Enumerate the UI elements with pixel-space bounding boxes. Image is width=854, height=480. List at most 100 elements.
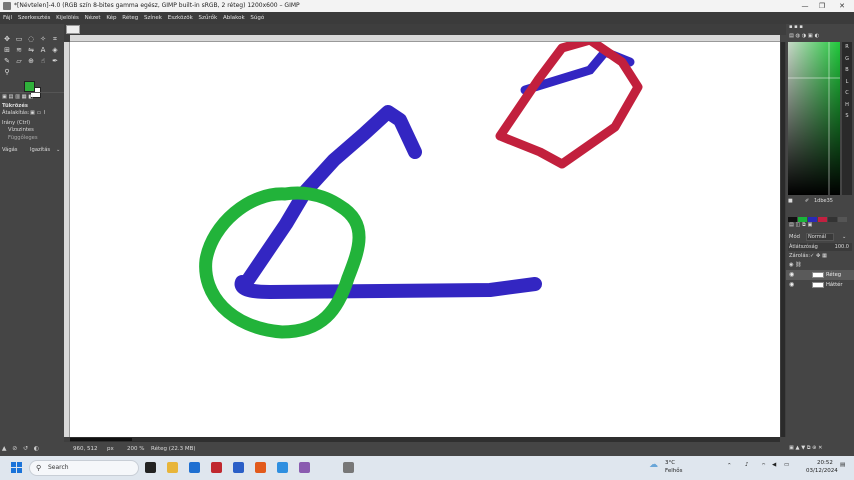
menu-windows[interactable]: Ablakok — [223, 12, 245, 24]
opacity-field[interactable]: Átlátszóság 100.0 — [788, 243, 852, 251]
scrollbar-thumb[interactable] — [781, 42, 785, 437]
menu-layer[interactable]: Réteg — [122, 12, 138, 24]
layer-name[interactable]: Háttér — [826, 280, 842, 290]
visibility-eye-icon[interactable]: ◉ — [789, 280, 794, 290]
layer-list-icons[interactable]: ◉ ⛓ — [789, 262, 802, 268]
mode-select[interactable]: Normál — [806, 233, 834, 241]
menu-edit[interactable]: Szerkesztés — [18, 12, 51, 24]
color-dialog-icons[interactable]: ▤ ◍ ◑ ▣ ◐ — [789, 33, 819, 39]
weather-temp[interactable]: 3°C — [665, 460, 675, 466]
clip-label: Vágás — [2, 147, 18, 153]
canvas-drawing — [199, 42, 643, 339]
zoom-tool-icon[interactable]: ⚲ — [3, 68, 11, 76]
battery-icon[interactable]: ▭ — [784, 462, 789, 468]
flip-tool-icon[interactable]: ⇋ — [27, 46, 35, 54]
menu-colors[interactable]: Színek — [144, 12, 162, 24]
windows-start-icon[interactable] — [11, 462, 22, 473]
history-swatch[interactable] — [818, 217, 827, 222]
menu-image[interactable]: Kép — [106, 12, 116, 24]
direction-horizontal-radio[interactable]: Vízszintes — [8, 127, 34, 133]
color-history[interactable] — [788, 207, 852, 222]
outlook-icon[interactable] — [189, 462, 200, 473]
word-icon[interactable] — [233, 462, 244, 473]
scrollbar-thumb[interactable] — [70, 438, 132, 441]
direction-vertical-radio[interactable]: Függőleges — [8, 135, 38, 141]
channel-g[interactable]: G — [842, 54, 852, 66]
clock-date[interactable]: 03/12/2024 — [806, 468, 838, 474]
notifications-icon[interactable]: ▤ — [840, 462, 845, 468]
eyedropper-icon[interactable]: ✐ — [805, 197, 809, 205]
move-tool-icon[interactable]: ✥ — [3, 35, 11, 43]
history-swatch[interactable] — [828, 217, 837, 222]
file-explorer-icon[interactable] — [167, 462, 178, 473]
warp-tool-icon[interactable]: ≋ — [15, 46, 23, 54]
text-tool-icon[interactable]: A — [39, 46, 47, 54]
task-view-icon[interactable] — [145, 462, 156, 473]
close-button[interactable]: ✕ — [832, 0, 852, 12]
channel-h[interactable]: H — [842, 100, 852, 112]
chevron-down-icon[interactable]: ⌄ — [56, 147, 60, 153]
brave-icon[interactable] — [255, 462, 266, 473]
wifi-icon[interactable]: ⌔ — [761, 462, 766, 469]
layer-action-icons[interactable]: ▣ ▲ ▼ ⧉ ⊕ ✕ — [789, 445, 823, 452]
lock-icons[interactable]: ✓ ✥ ▦ — [810, 253, 827, 259]
microphone-icon[interactable]: ♪ — [745, 462, 749, 468]
layer-name[interactable]: Réteg — [826, 270, 841, 280]
acrobat-icon[interactable] — [211, 462, 222, 473]
transform-mode-icons[interactable]: ▣ ▭ ⌇ — [30, 110, 46, 116]
unit-select[interactable]: px — [107, 442, 114, 456]
layer-row[interactable]: ◉ Háttér — [786, 280, 854, 290]
color-selector[interactable] — [788, 42, 840, 195]
chevron-down-icon[interactable]: ⌄ — [842, 234, 846, 240]
unified-transform-tool-icon[interactable]: ⊞ — [3, 46, 11, 54]
channel-c[interactable]: C — [842, 88, 852, 100]
horizontal-ruler[interactable] — [70, 35, 780, 42]
eraser-tool-icon[interactable]: ▱ — [15, 57, 23, 65]
visibility-eye-icon[interactable]: ◉ — [789, 270, 794, 280]
image-canvas[interactable] — [70, 42, 780, 437]
channel-sliders[interactable]: R G B L C H S — [842, 42, 852, 195]
smudge-tool-icon[interactable]: ☝ — [39, 57, 47, 65]
fg-mini-swatch[interactable]: ■ — [788, 197, 793, 205]
volume-icon[interactable]: ◀ — [772, 462, 776, 468]
menu-file[interactable]: Fájl — [3, 12, 12, 24]
paint-icon[interactable] — [299, 462, 310, 473]
paths-tool-icon[interactable]: ✒ — [51, 57, 59, 65]
opacity-value[interactable]: 100.0 — [835, 243, 849, 251]
maximize-button[interactable]: ❐ — [812, 0, 832, 12]
channel-r[interactable]: R — [842, 42, 852, 54]
menu-select[interactable]: Kijelölés — [56, 12, 79, 24]
weather-desc[interactable]: Felhős — [665, 468, 683, 474]
channel-b[interactable]: B — [842, 65, 852, 77]
channel-l[interactable]: L — [842, 77, 852, 89]
fuzzy-select-tool-icon[interactable]: ✧ — [39, 35, 47, 43]
crop-tool-icon[interactable]: ⌗ — [51, 35, 59, 43]
menu-tools[interactable]: Eszközök — [168, 12, 193, 24]
bucket-fill-tool-icon[interactable]: ◈ — [51, 46, 59, 54]
layers-dock-icons[interactable]: ▤ ◫ ⧉ ▣ — [789, 222, 812, 229]
layer-row[interactable]: ◉ Réteg — [786, 270, 854, 280]
taskbar-search[interactable]: ⚲ Search — [29, 460, 139, 476]
rect-select-tool-icon[interactable]: ▭ — [15, 35, 23, 43]
clock-time[interactable]: 20:52 — [817, 460, 833, 466]
lasso-tool-icon[interactable]: ◌ — [27, 35, 35, 43]
cloud-icon[interactable]: ☁ — [649, 460, 658, 470]
gimp-taskbar-icon[interactable] — [343, 462, 354, 473]
menu-help[interactable]: Súgó — [250, 12, 264, 24]
menu-filters[interactable]: Szűrők — [199, 12, 218, 24]
tray-chevron-icon[interactable]: ⌃ — [727, 463, 732, 469]
zoom-select[interactable]: 200 % — [127, 442, 144, 456]
menu-view[interactable]: Nézet — [85, 12, 101, 24]
dock-tab-icons[interactable]: ▪ ▪ ▪ — [789, 24, 803, 30]
foreground-color-swatch[interactable] — [24, 81, 35, 92]
clip-select[interactable]: Igazítás — [30, 147, 50, 153]
clone-tool-icon[interactable]: ⊕ — [27, 57, 35, 65]
vscode-icon[interactable] — [277, 462, 288, 473]
tool-options-tabs[interactable]: ▣ ▤ ▥ ▦ ◧ — [2, 94, 33, 100]
image-tab[interactable] — [66, 25, 80, 34]
channel-s[interactable]: S — [842, 111, 852, 123]
history-swatch[interactable] — [838, 217, 847, 222]
toolbox-bottom-icons[interactable]: ▲ ⊘ ↺ ◐ — [0, 442, 64, 456]
hex-input[interactable]: 1dbe35 — [814, 197, 833, 205]
paintbrush-tool-icon[interactable]: ✎ — [3, 57, 11, 65]
